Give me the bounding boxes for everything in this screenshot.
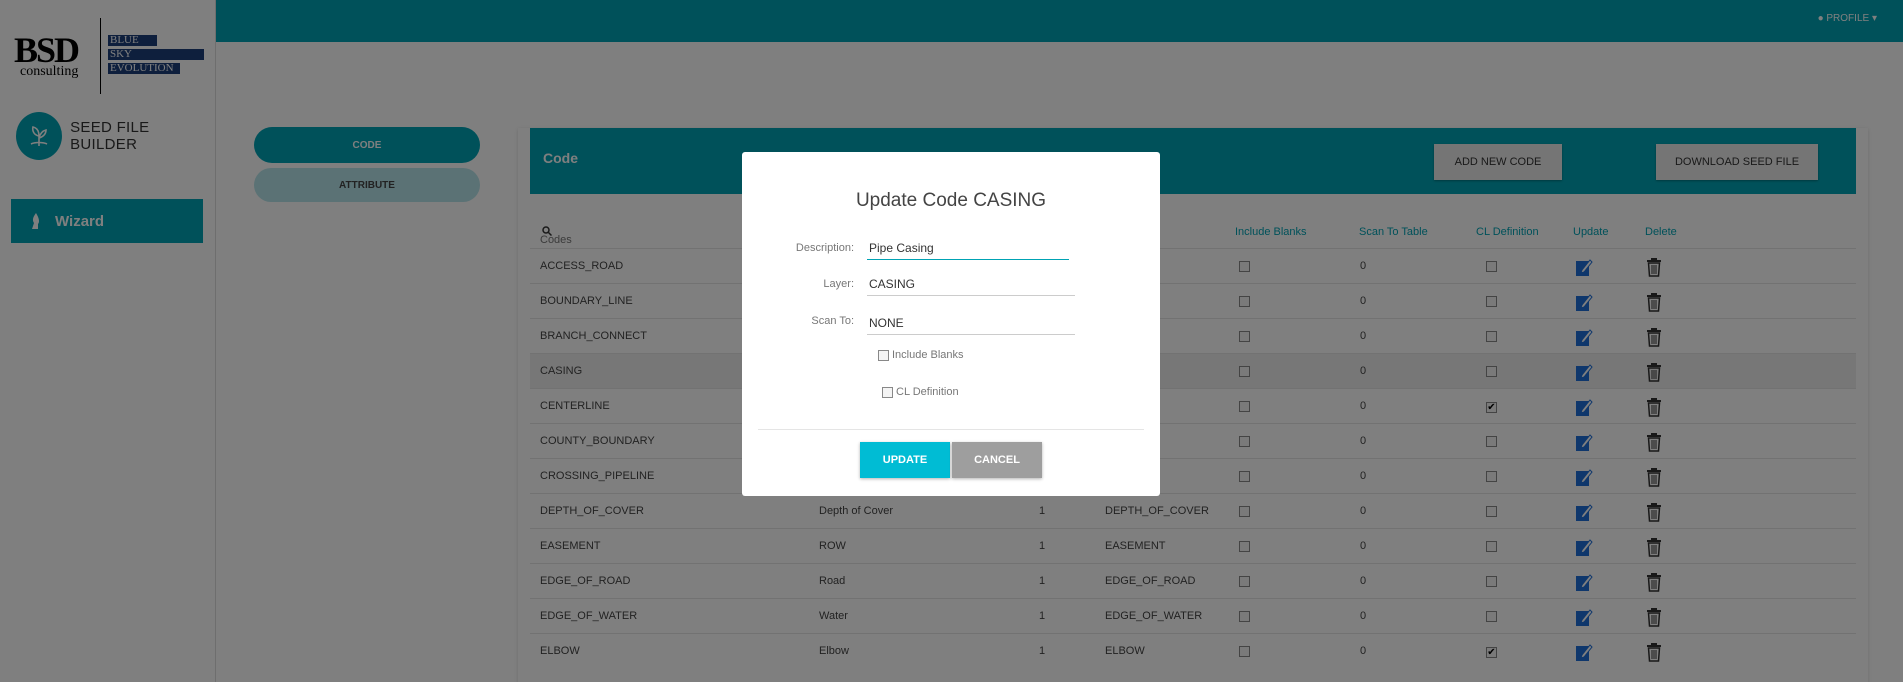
update-button[interactable]: UPDATE	[860, 442, 950, 478]
cl-definition-option[interactable]: CL Definition	[882, 386, 959, 398]
cl-definition-label: CL Definition	[896, 386, 959, 398]
update-code-modal: Update Code CASING Description: Layer: S…	[742, 152, 1160, 496]
layer-label: Layer:	[823, 278, 854, 290]
description-field[interactable]	[867, 236, 1069, 260]
include-blanks-label: Include Blanks	[892, 349, 964, 361]
cl-definition-checkbox[interactable]	[882, 386, 893, 398]
modal-divider	[758, 429, 1144, 430]
scan-to-field[interactable]	[867, 311, 1075, 335]
layer-field[interactable]	[867, 272, 1075, 296]
scan-to-label: Scan To:	[811, 315, 854, 327]
description-label: Description:	[795, 242, 854, 254]
include-blanks-option[interactable]: Include Blanks	[878, 349, 964, 361]
modal-title: Update Code CASING	[855, 190, 1047, 211]
include-blanks-checkbox[interactable]	[878, 349, 889, 361]
cancel-button[interactable]: CANCEL	[952, 442, 1042, 478]
